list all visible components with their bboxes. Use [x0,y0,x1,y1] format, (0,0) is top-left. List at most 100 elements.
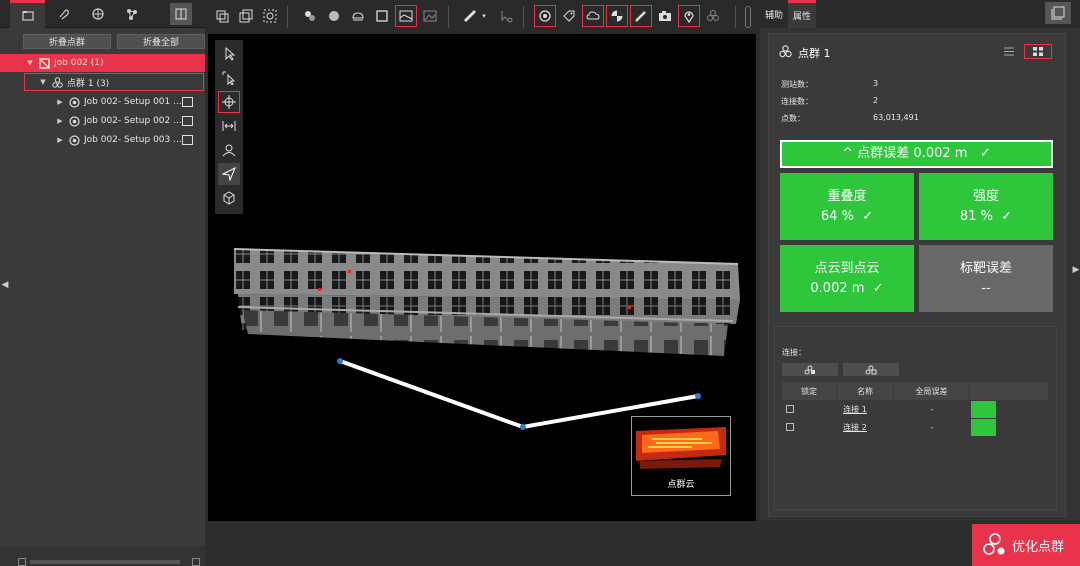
globe-icon [91,8,104,20]
cube-view-button[interactable] [218,187,240,209]
tree-item-label: Job 002- Setup 001 ... [84,97,182,107]
folder-tab[interactable] [10,0,45,28]
distance-tool-button[interactable] [630,5,652,27]
scroll-thumb[interactable] [30,560,180,564]
link-name[interactable]: 连接 2 [837,419,873,435]
cloud-tool-button[interactable] [582,5,604,27]
tree-item-job[interactable]: ▼ Job 002 (1) [0,54,205,72]
column-header-lock[interactable]: 锁定 [782,382,837,400]
walk-tool-button[interactable] [218,139,240,161]
connections-title: 连接： [782,348,806,357]
expand-arrow-icon[interactable]: ▼ [39,78,47,86]
import-tool-button[interactable] [211,5,233,27]
camera-tool-button[interactable] [654,5,676,27]
panorama-mode-button[interactable] [395,5,417,27]
link-settings-button[interactable] [702,5,724,27]
remove-link-button[interactable] [843,363,899,376]
strength-tile[interactable]: 强度 81 % ✓ [919,173,1053,240]
station-count-label: 测站数： [781,80,813,89]
target-tool-button[interactable] [534,5,556,27]
send-arrow-icon [222,167,236,181]
tab-properties[interactable]: 属性 [788,0,816,28]
move-crosshair-icon [222,95,236,109]
measure-dropdown-button[interactable]: ▾ [479,5,489,27]
image-icon[interactable] [182,135,193,145]
link-name[interactable]: 连接 1 [837,401,873,417]
metric-value: 0.002 m ✓ [810,280,884,296]
select-point-button[interactable] [495,5,517,27]
toolbar-separator [287,6,288,28]
collapse-left-panel-icon[interactable]: ◀ [0,270,10,300]
image-icon[interactable] [182,97,193,107]
location-tool-button[interactable] [678,5,700,27]
measure-tool-button[interactable] [459,5,481,27]
target-icon [539,10,551,22]
toolbar-overflow-handle[interactable] [745,6,751,28]
list-view-button[interactable] [998,44,1020,59]
collapse-right-panel-icon[interactable]: ▶ [1072,255,1080,285]
column-header-name[interactable]: 名称 [837,382,894,400]
column-header-global-error[interactable]: 全局误差 [894,382,970,400]
horizontal-scrollbar[interactable] [0,546,205,566]
collapse-group-button[interactable]: 折叠点群 [23,34,111,49]
chevron-down-icon: ▾ [482,12,486,20]
maximize-panel-button[interactable] [1045,2,1071,24]
duplicate-tool-button[interactable] [235,5,257,27]
lock-checkbox[interactable] [782,401,798,417]
pointer-tool-button[interactable] [218,43,240,65]
pencil-icon [635,11,646,22]
intensity-mode-button[interactable] [347,5,369,27]
job-icon [38,57,50,69]
link-unlock-icon [865,365,877,374]
tree-item-setup-1[interactable]: ▶ Job 002- Setup 001 ... [0,93,205,111]
cluster-error-banner[interactable]: ^ 点群误差 0.002 m ✓ [780,140,1053,168]
collapse-all-button[interactable]: 折叠全部 [117,34,205,49]
orbit-tool-button[interactable] [218,91,240,113]
solid-mode-button[interactable] [371,5,393,27]
map-pin-icon [684,11,694,23]
grid-view-button[interactable] [1024,44,1052,59]
tag-tool-button[interactable] [558,5,580,27]
layout-toggle-button[interactable] [170,3,192,25]
box-select-tool-button[interactable] [218,67,240,89]
lock-checkbox[interactable] [782,419,798,435]
expand-arrow-icon[interactable]: ▼ [26,59,34,67]
metric-label: 点云到点云 [814,260,880,276]
image-mode-button[interactable] [419,5,441,27]
globe-tab[interactable] [80,0,115,28]
optimize-cluster-button[interactable]: 优化点群 [972,524,1080,566]
pointer-icon [225,47,236,61]
navigate-tool-button[interactable] [218,163,240,185]
target-error-tile[interactable]: 标靶误差 -- [919,245,1053,312]
scroll-right-icon[interactable] [192,558,200,566]
tree-item-setup-2[interactable]: ▶ Job 002- Setup 002 ... [0,112,205,130]
cloud-to-cloud-tile[interactable]: 点云到点云 0.002 m ✓ [780,245,914,312]
expand-arrow-icon[interactable]: ▶ [56,98,64,106]
metric-value: 81 % ✓ [959,208,1013,224]
add-link-button[interactable] [782,363,838,376]
network-tab[interactable] [114,0,149,28]
list-icon [1004,47,1014,56]
shading-mode-button[interactable] [323,5,345,27]
tree-item-label: Job 002- Setup 003 ... [84,135,182,145]
scroll-left-icon[interactable] [18,558,26,566]
pan-tool-button[interactable] [218,115,240,137]
paperclip-tab[interactable] [45,0,80,28]
scan-station-marker[interactable] [337,358,343,364]
toolbar-separator [735,6,736,28]
station-count-value: 3 [873,79,879,88]
expand-arrow-icon[interactable]: ▶ [56,136,64,144]
expand-arrow-icon[interactable]: ▶ [56,117,64,125]
scan-station-marker[interactable] [520,424,526,430]
overlap-tile[interactable]: 重叠度 64 % ✓ [780,173,914,240]
color-mode-button[interactable] [299,5,321,27]
image-icon[interactable] [182,116,193,126]
checker-target-button[interactable] [606,5,628,27]
ruler-icon [463,9,477,23]
zoom-fit-button[interactable] [259,5,281,27]
scan-station-marker[interactable] [695,393,701,399]
tree-item-setup-3[interactable]: ▶ Job 002- Setup 003 ... [0,131,205,149]
tree-item-label: 点群 1 (3) [67,78,110,89]
tab-assist[interactable]: 辅助 [760,0,788,28]
tree-item-cluster[interactable]: ▼ 点群 1 (3) [24,73,204,91]
